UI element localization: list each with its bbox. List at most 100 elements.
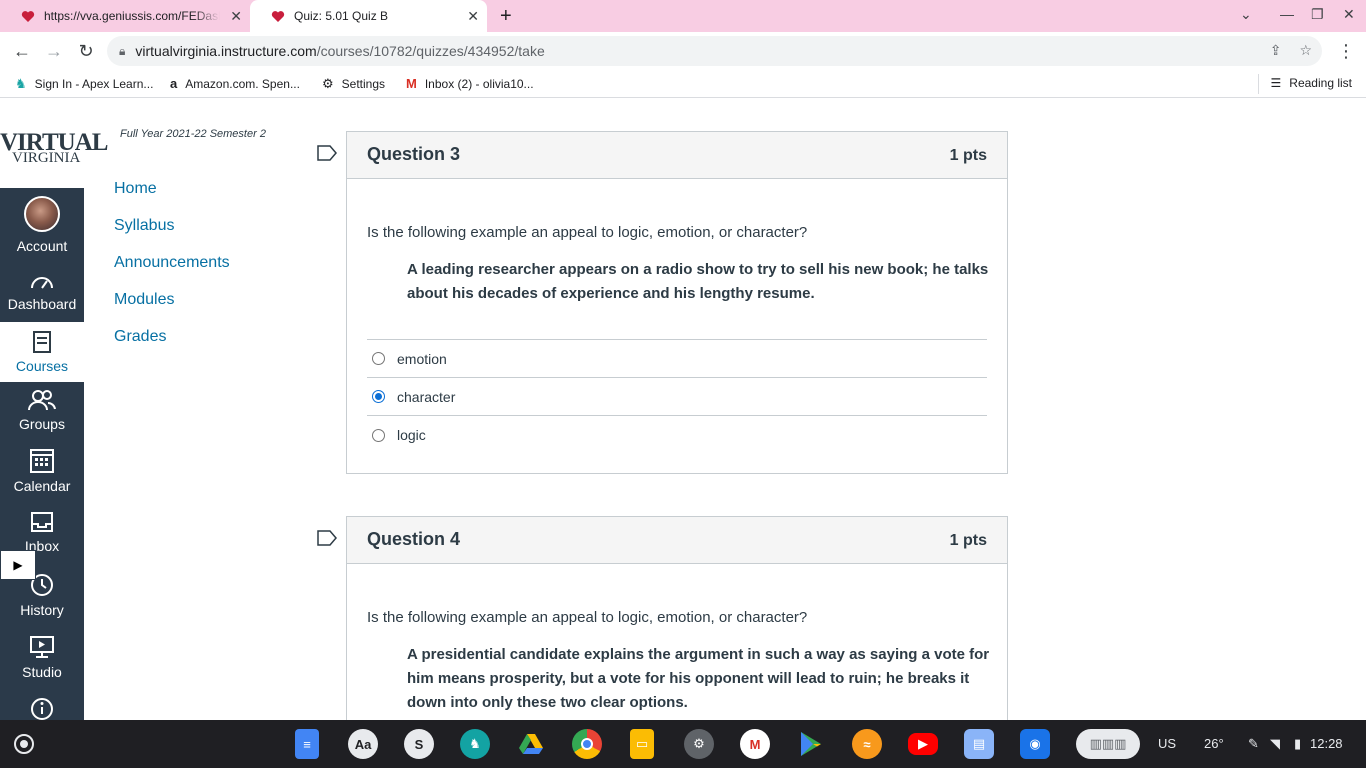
browser-tab-dashboard[interactable]: https://vva.geniussis.com/FEDashboard ✕	[0, 0, 250, 32]
close-window-icon[interactable]: ✕	[1343, 6, 1355, 23]
apex-icon: ♞	[15, 76, 27, 91]
bookmark-amazon[interactable]: a Amazon.com. Spen...	[170, 76, 300, 91]
system-shelf: ≡ Aa S ♞ ▭ ⚙ M ≈ ▶ ▤ ◉ ▥▥▥ US 26° ✎ ◥ ▮ …	[0, 720, 1366, 768]
share-icon[interactable]: ⇪	[1270, 42, 1282, 59]
global-navigation: Account Dashboard Courses Groups Calenda…	[0, 188, 84, 720]
reload-icon[interactable]: ↻	[74, 40, 98, 62]
gmail-icon[interactable]: M	[740, 729, 770, 759]
dashboard-icon	[31, 277, 53, 289]
close-tab-icon[interactable]: ✕	[467, 8, 479, 25]
audible-icon[interactable]: ≈	[852, 729, 882, 759]
nav-groups[interactable]: Groups	[0, 388, 84, 432]
virtual-virginia-logo[interactable]: VIRTUAL VIRGINIA	[0, 130, 108, 166]
groups-icon	[28, 390, 56, 411]
bookmark-label: Settings	[341, 77, 386, 91]
status-tray[interactable]: US 26° ✎ ◥ ▮ 12:28	[1150, 728, 1360, 760]
new-tab-icon[interactable]: +	[500, 5, 512, 28]
drive-icon[interactable]	[516, 729, 546, 759]
bookmark-label: Inbox (2) - olivia10...	[424, 76, 534, 91]
launcher-icon[interactable]	[14, 734, 34, 754]
play-store-icon[interactable]	[796, 729, 826, 759]
bookmark-settings[interactable]: ⚙ Settings	[322, 76, 385, 92]
flag-question-icon[interactable]	[317, 530, 337, 546]
answer-option[interactable]: character	[367, 378, 987, 416]
answer-radio[interactable]	[372, 390, 385, 403]
tab-title: https://vva.geniussis.com/FEDashboard	[44, 9, 220, 23]
close-tab-icon[interactable]: ✕	[230, 8, 242, 25]
clock-time: 12:28	[1310, 736, 1343, 751]
url-path: /courses/10782/quizzes/434952/take	[316, 43, 545, 59]
answer-option[interactable]: logic	[367, 416, 987, 454]
answer-label: character	[397, 388, 456, 405]
docs-icon[interactable]: ≡	[295, 729, 319, 759]
course-nav-grades[interactable]: Grades	[114, 328, 230, 365]
pinterest-icon[interactable]: ♞	[460, 729, 490, 759]
skype-icon[interactable]: S	[404, 729, 434, 759]
gear-icon: ⚙	[322, 76, 334, 91]
logo-line-2: VIRGINIA	[12, 150, 81, 166]
forward-icon[interactable]: →	[42, 40, 66, 62]
browser-tab-quiz[interactable]: Quiz: 5.01 Quiz B ✕	[250, 0, 487, 32]
nav-calendar[interactable]: Calendar	[0, 446, 84, 494]
question-header: Question 3 1 pts	[347, 132, 1007, 179]
question-name: Question 3	[367, 144, 461, 164]
answer-radio[interactable]	[372, 352, 385, 365]
amazon-icon: a	[170, 76, 178, 91]
nav-label: Courses	[15, 358, 69, 374]
camera-icon[interactable]: ◉	[1020, 729, 1050, 759]
nav-inbox[interactable]: Inbox	[0, 510, 84, 554]
window-previews-icon[interactable]: ▥▥▥	[1076, 729, 1140, 759]
back-icon[interactable]: ←	[10, 40, 34, 62]
nav-help[interactable]	[0, 696, 84, 720]
studio-icon	[30, 636, 54, 658]
browser-tab-strip: https://vva.geniussis.com/FEDashboard ✕ …	[0, 0, 1366, 32]
course-nav-announcements[interactable]: Announcements	[114, 254, 230, 291]
temperature: 26°	[1204, 736, 1224, 751]
bookmark-apex[interactable]: ♞ Sign In - Apex Learn...	[15, 76, 153, 92]
nav-courses[interactable]: Courses	[0, 322, 84, 382]
minimize-icon[interactable]: —	[1280, 6, 1294, 22]
canvas-page: VIRTUAL VIRGINIA Full Year 2021-22 Semes…	[0, 102, 1366, 720]
settings-icon[interactable]: ⚙	[684, 729, 714, 759]
question-points: 1 pts	[949, 147, 987, 164]
nav-label: Calendar	[13, 478, 71, 494]
heart-favicon-icon	[20, 8, 36, 24]
reading-list-button[interactable]: ☰ Reading list	[1257, 74, 1352, 94]
url-host: virtualvirginia.instructure.com	[135, 43, 317, 59]
flag-question-icon[interactable]	[317, 145, 337, 161]
nav-dashboard[interactable]: Dashboard	[0, 270, 84, 312]
nav-studio[interactable]: Studio	[0, 634, 84, 680]
courses-icon	[33, 331, 51, 353]
bookmark-gmail[interactable]: M Inbox (2) - olivia10...	[406, 76, 534, 91]
bookmarks-bar: ♞ Sign In - Apex Learn... a Amazon.com. …	[0, 70, 1366, 98]
battery-icon: ▮	[1294, 736, 1302, 751]
answer-option[interactable]: emotion	[367, 340, 987, 378]
question-4: Question 4 1 pts Is the following exampl…	[346, 516, 1008, 720]
font-icon[interactable]: Aa	[348, 729, 378, 759]
tab-search-chevron-icon[interactable]: ⌄	[1240, 6, 1252, 23]
youtube-icon[interactable]: ▶	[908, 733, 938, 755]
nav-label: History	[20, 602, 64, 618]
bookmark-star-icon[interactable]: ☆	[1299, 42, 1312, 59]
course-nav-syllabus[interactable]: Syllabus	[114, 217, 230, 254]
address-bar[interactable]: 🔒︎ virtualvirginia.instructure.com /cour…	[107, 36, 1322, 66]
answer-radio[interactable]	[372, 428, 385, 442]
answer-list: emotion character logic	[367, 339, 987, 454]
question-text: Is the following example an appeal to lo…	[367, 609, 808, 626]
play-video-button[interactable]: ▶	[0, 550, 36, 580]
nav-account[interactable]: Account	[0, 196, 84, 254]
question-example: A presidential candidate explains the ar…	[407, 646, 990, 711]
files-icon[interactable]: ▤	[964, 729, 994, 759]
slides-icon[interactable]: ▭	[630, 729, 654, 759]
heart-favicon-icon	[270, 8, 286, 24]
bookmark-label: Amazon.com. Spen...	[185, 76, 300, 91]
browser-menu-icon[interactable]: ⋮	[1334, 40, 1358, 62]
course-nav-home[interactable]: Home	[114, 180, 230, 217]
avatar	[24, 196, 60, 232]
question-header: Question 4 1 pts	[347, 517, 1007, 564]
course-nav-modules[interactable]: Modules	[114, 291, 230, 328]
course-term: Full Year 2021-22 Semester 2	[120, 128, 266, 140]
wifi-icon: ◥	[1270, 736, 1280, 751]
chrome-icon[interactable]	[572, 729, 602, 759]
restore-icon[interactable]: ❐	[1311, 6, 1324, 23]
